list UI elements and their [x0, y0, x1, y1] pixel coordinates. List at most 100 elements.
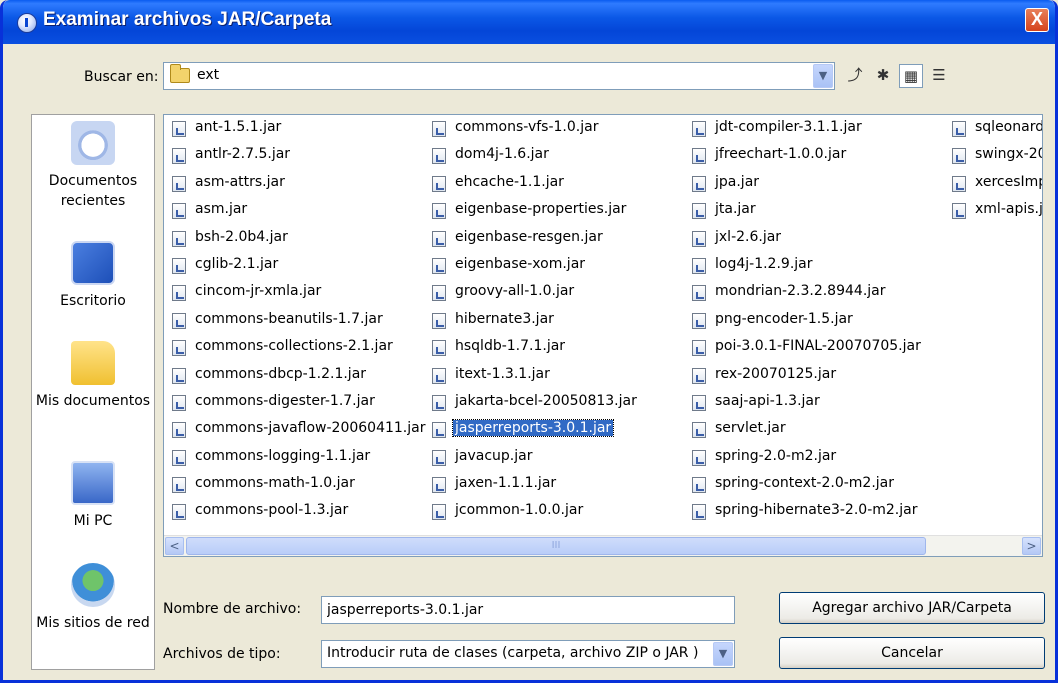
file-name: itext-1.3.1.jar — [455, 365, 550, 382]
file-name: log4j-1.2.9.jar — [715, 255, 813, 272]
filename-input[interactable] — [321, 596, 735, 624]
jar-file-icon — [172, 422, 186, 439]
jar-file-icon — [952, 203, 966, 220]
file-name: antlr-2.7.5.jar — [195, 146, 291, 163]
file-name: eigenbase-resgen.jar — [455, 228, 603, 245]
folder-icon — [170, 64, 190, 83]
jar-file-icon — [432, 121, 446, 137]
jar-file-icon — [692, 394, 706, 411]
jar-file-icon — [172, 285, 186, 302]
file-name: jaxen-1.1.1.jar — [455, 475, 557, 492]
jar-file-icon — [172, 230, 186, 247]
file-name: spring-2.0-m2.jar — [715, 447, 837, 464]
file-name: groovy-all-1.0.jar — [455, 283, 575, 300]
file-name: commons-digester-1.7.jar — [195, 392, 375, 409]
jar-file-icon — [692, 121, 706, 137]
file-name: asm-attrs.jar — [195, 173, 285, 190]
file-name: dom4j-1.6.jar — [455, 146, 549, 163]
place-label: Documentos recientes — [48, 173, 138, 209]
file-name: cincom-jr-xmla.jar — [195, 283, 322, 300]
look-in-combo[interactable]: ext ▼ — [163, 62, 835, 90]
file-name: commons-logging-1.1.jar — [195, 447, 371, 464]
chevron-down-icon[interactable]: ▼ — [813, 64, 833, 88]
cancel-button[interactable]: Cancelar — [779, 637, 1045, 669]
file-name: jasperreports-3.0.1.jar — [451, 419, 615, 438]
file-name: commons-javaflow-20060411.jar — [195, 420, 426, 437]
look-in-label: Buscar en: — [84, 69, 159, 85]
file-name: sqleonard — [975, 119, 1043, 135]
jar-file-icon — [172, 148, 186, 165]
desktop-icon — [71, 241, 115, 285]
scroll-left-button[interactable]: < — [165, 537, 184, 555]
jar-file-icon — [432, 449, 446, 466]
jar-file-icon — [692, 148, 706, 165]
chevron-down-icon[interactable]: ▼ — [713, 642, 733, 666]
file-name: commons-collections-2.1.jar — [195, 338, 393, 355]
filetype-value: Introducir ruta de clases (carpeta, arch… — [327, 645, 699, 661]
file-name: xercesImp — [975, 173, 1043, 190]
file-name: asm.jar — [195, 201, 248, 218]
my-documents-icon — [71, 341, 115, 385]
my-computer-icon — [71, 461, 115, 505]
file-name: cglib-2.1.jar — [195, 255, 279, 272]
file-name: commons-pool-1.3.jar — [195, 502, 349, 519]
file-chooser-dialog: Examinar archivos JAR/Carpeta X Buscar e… — [0, 0, 1058, 683]
file-name: jta.jar — [715, 201, 756, 218]
jar-file-icon — [432, 422, 446, 439]
jar-file-icon — [432, 230, 446, 247]
look-in-value: ext — [197, 67, 220, 83]
file-name: spring-hibernate3-2.0-m2.jar — [715, 502, 918, 519]
file-name: jfreechart-1.0.0.jar — [715, 146, 847, 163]
jar-file-icon — [172, 175, 186, 192]
file-name: xml-apis.j — [975, 201, 1043, 218]
jar-file-icon — [172, 257, 186, 274]
jar-file-icon — [692, 340, 706, 357]
jar-file-icon — [432, 504, 446, 521]
place-network[interactable]: Mis sitios de red — [32, 563, 154, 633]
list-view-icon[interactable]: ▦ — [899, 64, 923, 88]
place-label: Escritorio — [60, 293, 126, 309]
title-bar[interactable]: Examinar archivos JAR/Carpeta X — [3, 0, 1055, 44]
jar-file-icon — [432, 285, 446, 302]
file-name: servlet.jar — [715, 420, 786, 437]
place-my-documents[interactable]: Mis documentos — [32, 341, 154, 411]
java-app-icon — [17, 13, 37, 33]
add-jar-button[interactable]: Agregar archivo JAR/Carpeta — [779, 592, 1045, 624]
jar-file-icon — [692, 257, 706, 274]
new-folder-icon[interactable]: ✱ — [871, 64, 895, 88]
place-desktop[interactable]: Escritorio — [32, 241, 154, 311]
place-my-computer[interactable]: Mi PC — [32, 461, 154, 531]
file-name: mondrian-2.3.2.8944.jar — [715, 283, 886, 300]
file-name: ehcache-1.1.jar — [455, 173, 564, 190]
file-name: commons-dbcp-1.2.1.jar — [195, 365, 367, 382]
up-folder-icon[interactable]: ⤴ — [843, 64, 867, 88]
file-name: spring-context-2.0-m2.jar — [715, 475, 894, 492]
jar-file-icon — [172, 340, 186, 357]
jar-file-icon — [952, 175, 966, 192]
recent-documents-icon — [71, 121, 115, 165]
jar-file-icon — [432, 175, 446, 192]
close-button[interactable]: X — [1025, 8, 1049, 32]
filetype-combo[interactable]: Introducir ruta de clases (carpeta, arch… — [321, 640, 735, 668]
jar-file-icon — [952, 148, 966, 165]
file-list[interactable]: sqleonard swingx-20 xercesImp xml-apis.j jdt… — [163, 114, 1043, 557]
scroll-right-button[interactable]: > — [1022, 537, 1041, 555]
details-view-icon[interactable]: ☰ — [927, 64, 951, 88]
jar-file-icon — [172, 449, 186, 466]
file-name: png-encoder-1.5.jar — [715, 310, 853, 327]
jar-file-icon — [692, 367, 706, 384]
file-name: javacup.jar — [455, 447, 533, 464]
horizontal-scrollbar[interactable]: < III > — [164, 535, 1042, 556]
file-name: poi-3.0.1-FINAL-20070705.jar — [715, 338, 921, 355]
file-name: eigenbase-xom.jar — [455, 255, 586, 272]
jar-file-icon — [432, 340, 446, 357]
file-name: hsqldb-1.7.1.jar — [455, 338, 566, 355]
place-recent-documents[interactable]: Documentos recientes — [32, 121, 154, 211]
jar-file-icon — [952, 121, 966, 137]
scroll-thumb[interactable]: III — [186, 537, 926, 555]
window-title: Examinar archivos JAR/Carpeta — [43, 9, 332, 30]
jar-file-icon — [432, 148, 446, 165]
jar-file-icon — [692, 203, 706, 220]
place-label: Mi PC — [73, 513, 113, 529]
jar-file-icon — [172, 312, 186, 329]
